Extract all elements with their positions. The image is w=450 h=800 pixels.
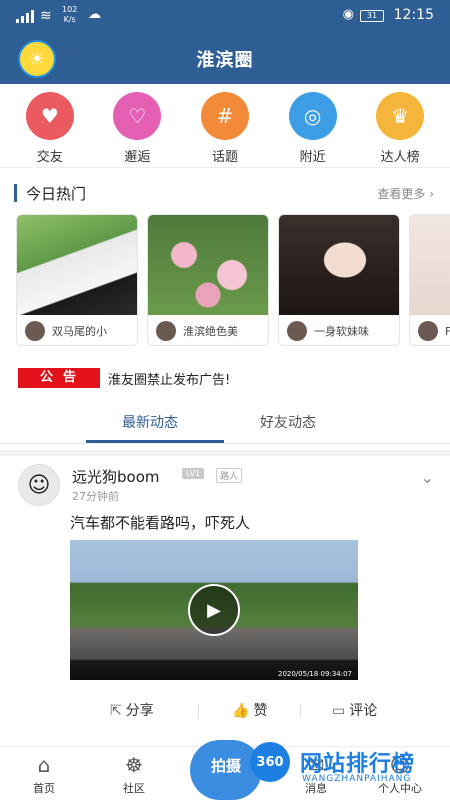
- feed-tabs: 最新动态 好友动态: [0, 400, 450, 444]
- hot-card[interactable]: 淮滨绝色美: [147, 214, 269, 346]
- post-video[interactable]: ▶ 2020/05/18 09:34:07: [70, 540, 358, 680]
- hot-card[interactable]: 一身软妹味: [278, 214, 400, 346]
- hot-section-header: 今日热门 查看更多 ›: [0, 178, 450, 208]
- category-label: 邂逅: [124, 150, 151, 165]
- nav-label: 社区: [123, 782, 145, 795]
- share-button[interactable]: ⇱ 分享: [110, 700, 154, 720]
- card-photo: [410, 215, 450, 315]
- video-timestamp: 2020/05/18 09:34:07: [277, 670, 352, 678]
- comment-icon: ▭: [332, 703, 346, 719]
- page-title: 淮滨圈: [196, 50, 254, 71]
- cloud-icon: ☁: [88, 7, 101, 22]
- like-label: 赞: [253, 703, 268, 719]
- card-name: 一身软妹味: [314, 325, 369, 338]
- section-marker: [14, 184, 17, 202]
- category-label: 达人榜: [380, 150, 420, 165]
- avatar: [418, 321, 438, 341]
- card-name: 双马尾的小: [52, 325, 107, 338]
- level-badge: LV1: [182, 468, 205, 479]
- category-topics[interactable]: # 话题: [190, 84, 260, 167]
- hot-title: 今日热门: [26, 185, 87, 203]
- notice-bar[interactable]: 公告 淮友圈禁止发布广告!: [0, 364, 450, 392]
- nav-label: 首页: [33, 782, 55, 795]
- heart-icon: ♥: [25, 92, 74, 140]
- like-button[interactable]: 👍 赞: [232, 700, 267, 720]
- crown-icon: ♛: [376, 92, 425, 140]
- hot-card[interactable]: 双马尾的小: [16, 214, 138, 346]
- watermark-logo: 360: [250, 742, 290, 782]
- post-content: 汽车都不能看路吗，吓死人: [70, 514, 251, 532]
- card-name: F: [445, 325, 450, 338]
- status-time: 12:15: [393, 7, 434, 23]
- home-icon: ⌂: [37, 753, 51, 777]
- comment-button[interactable]: ▭ 评论: [332, 700, 377, 720]
- avatar: [25, 321, 45, 341]
- signal-icon: [16, 10, 34, 23]
- avatar: [287, 321, 307, 341]
- post-card: ☺ 远光狗boom LV1 路人 27分钟前 ⌄ 汽车都不能看路吗，吓死人 ▶ …: [0, 450, 450, 750]
- category-friends[interactable]: ♥ 交友: [15, 84, 85, 167]
- card-name: 淮滨绝色美: [183, 325, 238, 338]
- card-photo: [279, 215, 399, 315]
- heartbeat-icon: ♡: [113, 92, 162, 140]
- thumbs-up-icon: 👍: [232, 703, 250, 719]
- hot-cards: 双马尾的小 淮滨绝色美 一身软妹味 F: [16, 214, 450, 348]
- category-row: ♥ 交友 ♡ 邂逅 # 话题 ◎ 附近 ♛ 达人榜: [0, 84, 450, 168]
- nav-community[interactable]: ☸ 社区: [104, 753, 164, 796]
- category-encounter[interactable]: ♡ 邂逅: [102, 84, 172, 167]
- divider: [198, 704, 199, 718]
- card-photo: [148, 215, 268, 315]
- chevron-right-icon: ›: [429, 187, 434, 201]
- divider: [300, 704, 301, 718]
- category-ranking[interactable]: ♛ 达人榜: [365, 84, 435, 167]
- role-badge: 路人: [216, 468, 243, 483]
- network-speed: 102 K/s: [62, 5, 78, 24]
- share-label: 分享: [125, 703, 154, 719]
- notice-tag: 公告: [18, 368, 100, 388]
- wifi-icon: ≋: [40, 8, 52, 24]
- comment-label: 评论: [349, 703, 378, 719]
- hot-card[interactable]: F: [409, 214, 450, 346]
- tab-friends[interactable]: 好友动态: [260, 412, 316, 432]
- avatar: [156, 321, 176, 341]
- see-more-link[interactable]: 查看更多 ›: [377, 185, 434, 202]
- status-bar: ≋ 102 K/s ☁ ◉ 31 12:15: [0, 0, 450, 32]
- post-username[interactable]: 远光狗boom: [72, 466, 160, 487]
- category-label: 附近: [299, 150, 326, 165]
- post-time: 27分钟前: [72, 490, 119, 503]
- watermark: 360 网站排行榜 WANGZHANPAIHANG: [250, 740, 450, 800]
- active-tab-indicator: [86, 440, 224, 443]
- battery-indicator: 31: [360, 10, 384, 22]
- chevron-down-icon[interactable]: ⌄: [421, 468, 434, 487]
- watermark-subtext: WANGZHANPAIHANG: [302, 774, 412, 784]
- hashtag-icon: #: [200, 92, 249, 140]
- share-icon: ⇱: [110, 703, 122, 719]
- top-bar: ≋ 102 K/s ☁ ◉ 31 12:15 ☀ 淮滨圈: [0, 0, 450, 84]
- category-label: 交友: [36, 150, 63, 165]
- avatar[interactable]: ☺: [18, 464, 60, 506]
- play-icon[interactable]: ▶: [188, 584, 240, 636]
- location-icon: ◎: [288, 92, 337, 140]
- eye-icon: ◉: [342, 7, 354, 22]
- tab-latest[interactable]: 最新动态: [122, 412, 178, 432]
- nav-home[interactable]: ⌂ 首页: [14, 753, 74, 796]
- notice-text: 淮友圈禁止发布广告!: [108, 373, 231, 388]
- post-actions: ⇱ 分享 👍 赞 ▭ 评论: [0, 694, 450, 724]
- see-more-label: 查看更多: [377, 187, 426, 201]
- community-icon: ☸: [125, 753, 143, 777]
- category-nearby[interactable]: ◎ 附近: [278, 84, 348, 167]
- card-photo: [17, 215, 137, 315]
- category-label: 话题: [211, 150, 238, 165]
